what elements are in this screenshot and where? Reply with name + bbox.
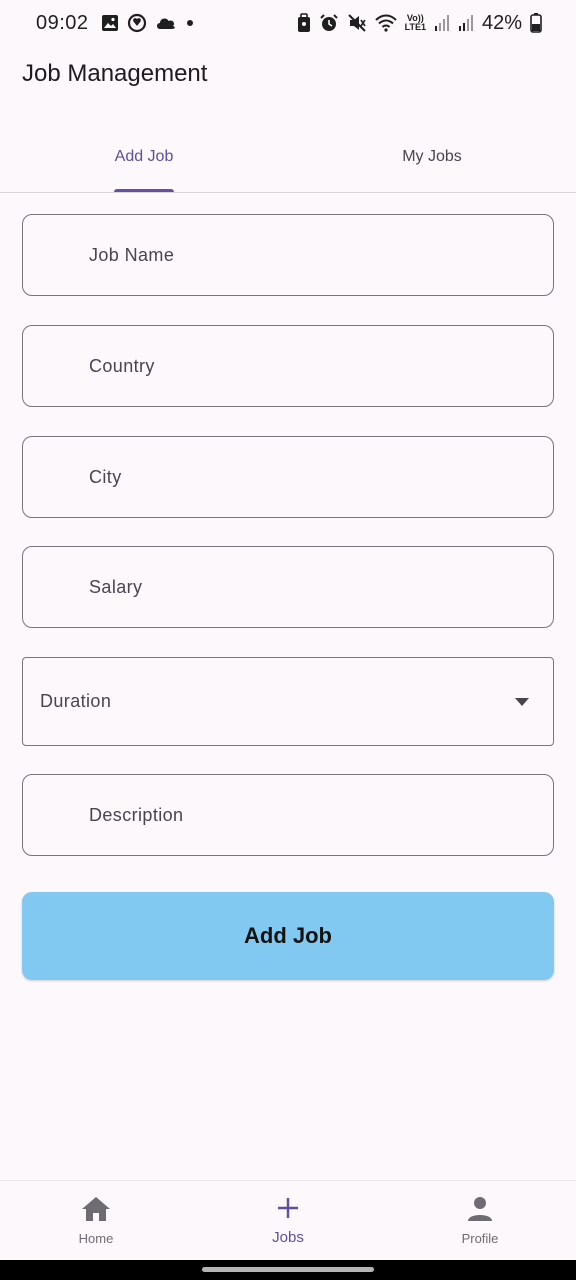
image-icon bbox=[101, 14, 119, 32]
cloud-icon bbox=[155, 15, 177, 31]
battery-icon bbox=[530, 13, 542, 33]
battery-percent: 42% bbox=[481, 11, 522, 34]
tab-bar: Add Job My Jobs bbox=[0, 122, 576, 193]
status-bar: 09:02 Vo)) LTE1 42% bbox=[0, 0, 576, 46]
description-input[interactable] bbox=[23, 803, 553, 827]
city-input[interactable] bbox=[23, 465, 553, 489]
nav-item-profile[interactable]: Profile bbox=[384, 1181, 576, 1261]
person-icon bbox=[467, 1196, 493, 1227]
tab-add-job[interactable]: Add Job bbox=[0, 122, 288, 192]
sync-icon bbox=[127, 13, 147, 33]
volte-bottom: LTE1 bbox=[404, 22, 426, 32]
status-left: 09:02 bbox=[36, 12, 195, 35]
tab-my-jobs[interactable]: My Jobs bbox=[288, 122, 576, 192]
mute-icon bbox=[347, 13, 367, 33]
nav-jobs-label: Jobs bbox=[272, 1229, 304, 1246]
tab-indicator bbox=[114, 189, 174, 192]
tab-my-jobs-label: My Jobs bbox=[402, 148, 462, 165]
tab-add-job-label: Add Job bbox=[114, 148, 174, 165]
nav-profile-label: Profile bbox=[461, 1231, 499, 1246]
add-job-button[interactable]: Add Job bbox=[22, 892, 554, 980]
description-field[interactable] bbox=[22, 774, 554, 856]
status-right: Vo)) LTE1 42% bbox=[297, 12, 542, 35]
bottom-navigation: Home Jobs Profile bbox=[0, 1180, 576, 1261]
salary-input[interactable] bbox=[23, 575, 553, 599]
country-field[interactable] bbox=[22, 325, 554, 407]
volte-icon: Vo)) LTE1 bbox=[405, 14, 426, 32]
gesture-handle[interactable] bbox=[202, 1267, 374, 1272]
wifi-icon bbox=[374, 14, 397, 32]
app-bar: Job Management bbox=[22, 60, 207, 88]
plus-icon bbox=[276, 1196, 300, 1225]
job-name-field[interactable] bbox=[22, 214, 554, 296]
signal-icon bbox=[434, 14, 450, 32]
alarm-icon bbox=[319, 13, 339, 33]
lock-icon bbox=[297, 13, 311, 33]
job-name-input[interactable] bbox=[23, 243, 553, 267]
nav-item-jobs[interactable]: Jobs bbox=[192, 1181, 384, 1261]
nav-item-home[interactable]: Home bbox=[0, 1181, 192, 1261]
city-field[interactable] bbox=[22, 436, 554, 518]
duration-dropdown[interactable]: Duration bbox=[22, 657, 554, 746]
nav-home-label: Home bbox=[78, 1231, 114, 1246]
duration-label: Duration bbox=[40, 691, 112, 711]
home-icon bbox=[81, 1196, 111, 1227]
salary-field[interactable] bbox=[22, 546, 554, 628]
dropdown-arrow-icon bbox=[515, 693, 529, 711]
signal-icon bbox=[458, 14, 474, 32]
dot-icon bbox=[185, 18, 195, 28]
country-input[interactable] bbox=[23, 354, 553, 378]
page-title: Job Management bbox=[22, 60, 208, 87]
status-time: 09:02 bbox=[36, 11, 89, 34]
